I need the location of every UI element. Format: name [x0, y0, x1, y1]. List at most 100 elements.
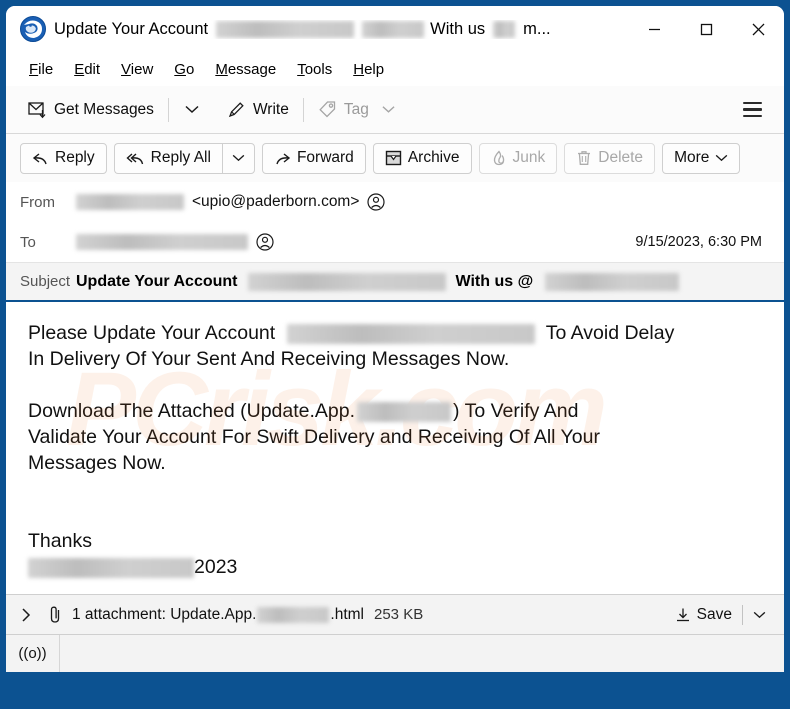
attachment-bar: 1 attachment: Update.App. .html 253 KB Sa…	[6, 594, 784, 634]
to-row: To 9/15/2023, 6:30 PM	[20, 222, 770, 262]
subject-value: Update Your Account With us @	[76, 272, 680, 291]
paperclip-icon	[50, 606, 60, 623]
subject-label: Subject	[20, 273, 71, 290]
minimize-icon	[648, 28, 660, 30]
broadcast-icon[interactable]: ((o))	[6, 634, 60, 672]
thunderbird-logo-icon	[20, 16, 46, 42]
window-title-middle: With us	[430, 19, 486, 38]
contact-icon[interactable]	[367, 193, 386, 211]
save-label: Save	[696, 605, 732, 623]
from-label: From	[20, 193, 55, 211]
main-toolbar: Get Messages Write Tag	[6, 86, 784, 134]
reply-all-button[interactable]: Reply All	[113, 142, 222, 174]
body-paragraph-1: Please Update Your Account To Avoid Dela…	[28, 320, 764, 372]
redacted-body-1	[286, 323, 535, 344]
redacted-subject-1	[247, 272, 446, 291]
menu-item-tools[interactable]: Tools	[288, 58, 341, 81]
chevron-right-icon[interactable]	[20, 607, 33, 623]
write-button[interactable]: Write	[219, 94, 297, 125]
redacted-title-1	[216, 20, 355, 38]
from-value: <upio@paderborn.com>	[76, 193, 386, 211]
forward-label: Forward	[296, 149, 354, 166]
maximize-button[interactable]	[680, 6, 732, 52]
menu-accel-view: V	[121, 60, 131, 78]
junk-flame-icon	[493, 150, 504, 166]
menu-item-go[interactable]: Go	[165, 58, 203, 81]
menu-item-file[interactable]: File	[20, 58, 62, 81]
toolbar-divider-2	[302, 97, 304, 122]
to-label: To	[20, 233, 36, 251]
redacted-subject-2	[545, 272, 680, 291]
menu-rest-help: elp	[364, 60, 385, 78]
reply-all-dropdown[interactable]	[221, 142, 255, 174]
menu-rest-message: essage	[227, 60, 277, 78]
window-controls	[628, 6, 784, 52]
reply-all-icon	[126, 152, 143, 164]
minimize-button[interactable]	[628, 6, 680, 52]
from-address[interactable]: <upio@paderborn.com>	[192, 193, 359, 211]
get-messages-label: Get Messages	[54, 100, 154, 118]
chevron-down-icon	[753, 611, 766, 618]
toolbar-divider-1	[167, 97, 169, 122]
close-button[interactable]	[732, 6, 784, 52]
write-label: Write	[252, 100, 289, 118]
subject-part2: With us @	[455, 272, 534, 290]
contact-icon[interactable]	[256, 233, 274, 251]
menu-item-message[interactable]: Message	[206, 58, 285, 81]
tag-chevron-down-icon	[382, 106, 395, 113]
body-signature: Thanks 2023	[28, 528, 764, 580]
chevron-down-icon	[232, 154, 245, 162]
trash-icon	[578, 151, 591, 165]
more-label: More	[674, 149, 710, 166]
save-dropdown[interactable]	[745, 607, 774, 623]
thunderbird-window: Update Your Account With us m... File Ed…	[6, 6, 784, 672]
body-p1-a: Please Update Your Account	[28, 322, 276, 344]
get-messages-dropdown[interactable]	[175, 99, 209, 120]
window-title: Update Your Account With us m...	[54, 20, 628, 39]
tag-label: Tag	[343, 100, 369, 118]
menu-accel-help: H	[353, 60, 365, 78]
menu-rest-edit: dit	[84, 60, 101, 78]
body-p2-b: ) To Verify And	[453, 400, 579, 422]
menu-item-view[interactable]: View	[112, 58, 162, 81]
hamburger-menu-icon[interactable]	[733, 94, 772, 126]
message-body: PCrisk.com Please Update Your Account To…	[6, 302, 784, 594]
delete-button[interactable]: Delete	[564, 142, 656, 174]
menu-item-edit[interactable]: Edit	[65, 58, 109, 81]
menu-item-help[interactable]: Help	[344, 58, 393, 81]
redacted-title-3	[493, 20, 516, 38]
menu-rest-view: iew	[130, 60, 154, 78]
menu-accel-tools: T	[297, 60, 305, 78]
attachment-label-prefix: 1 attachment: Update.App.	[72, 605, 257, 623]
maximize-icon	[700, 23, 712, 35]
menu-rest-go: o	[185, 60, 195, 78]
redacted-body-2	[357, 401, 452, 422]
reply-button[interactable]: Reply	[20, 142, 107, 174]
get-messages-button[interactable]: Get Messages	[20, 94, 162, 125]
signature-thanks: Thanks	[28, 530, 92, 552]
tag-button[interactable]: Tag	[310, 94, 403, 125]
attachment-name[interactable]: 1 attachment: Update.App. .html	[72, 606, 364, 624]
subject-row: Subject Update Your Account With us @	[6, 262, 784, 302]
attachment-label-suffix: .html	[330, 605, 364, 623]
paragraph-gap-1	[28, 372, 764, 398]
redacted-signature-name	[28, 557, 194, 578]
get-messages-icon	[28, 102, 46, 119]
title-bar: Update Your Account With us m...	[6, 6, 784, 52]
menu-accel-file: F	[29, 60, 39, 78]
hamburger-line-3	[743, 114, 762, 118]
to-value	[76, 233, 274, 251]
attachment-size: 253 KB	[374, 606, 424, 623]
status-bar: ((o))	[6, 634, 784, 672]
more-button[interactable]: More	[662, 142, 741, 174]
junk-button[interactable]: Junk	[478, 142, 558, 174]
forward-button[interactable]: Forward	[261, 142, 366, 174]
redacted-title-2	[362, 20, 425, 38]
signature-year: 2023	[194, 556, 238, 578]
chevron-down-icon	[185, 105, 199, 114]
window-title-prefix: Update Your Account	[54, 19, 209, 38]
archive-button[interactable]: Archive	[372, 142, 472, 174]
subject-part1: Update Your Account	[76, 272, 238, 290]
close-icon	[752, 23, 764, 35]
save-attachment-button[interactable]: Save	[667, 602, 740, 628]
